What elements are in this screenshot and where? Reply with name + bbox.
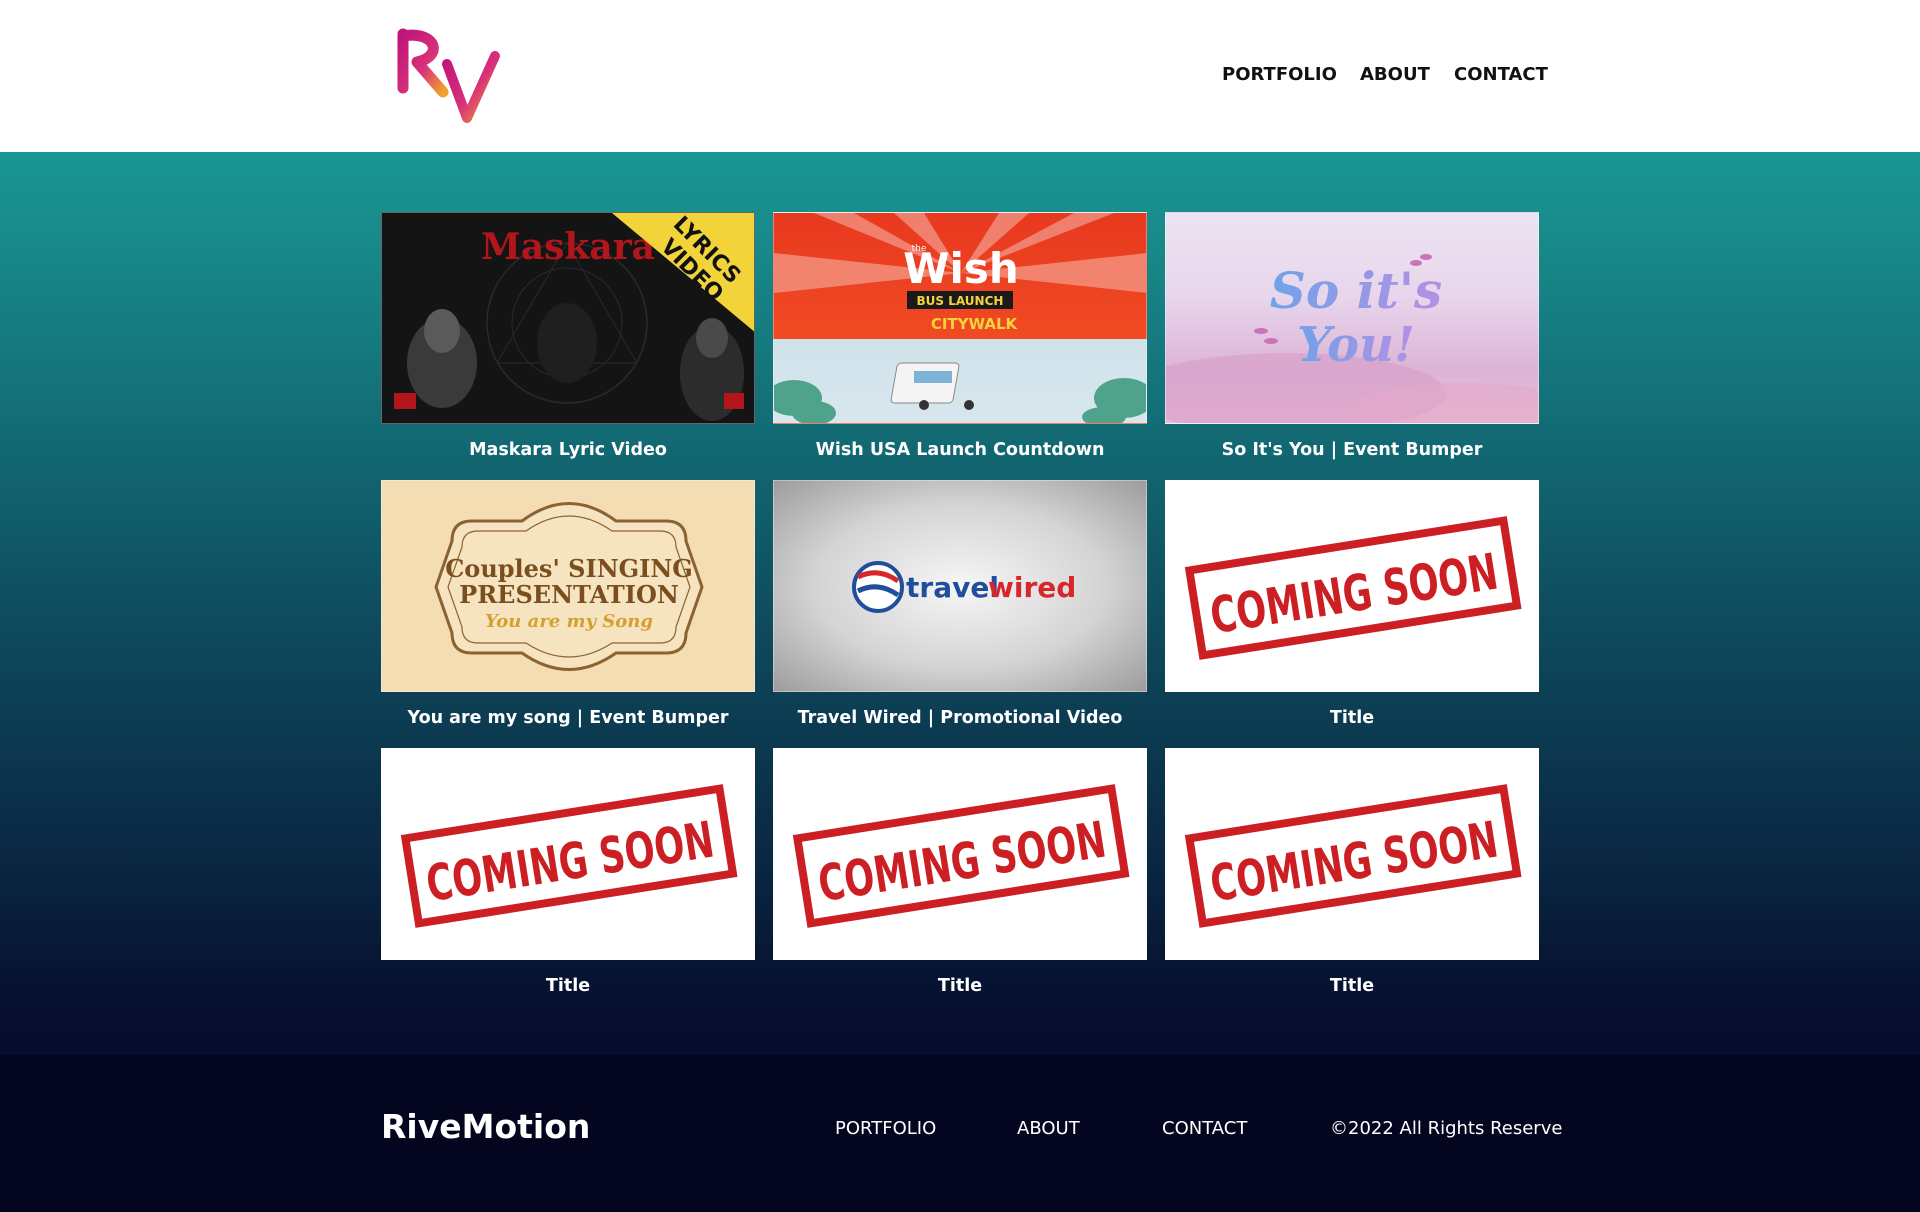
copyright-text: ©2022 All Rights Reserve (1330, 1118, 1563, 1139)
wish-thumbnail[interactable]: Wish the BUS LAUNCH CITYWALK (773, 212, 1147, 424)
portfolio-card[interactable]: COMING SOON Title (1165, 748, 1539, 996)
svg-text:You!: You! (1297, 317, 1415, 373)
card-title[interactable]: Title (773, 976, 1147, 996)
svg-text:Couples' SINGING: Couples' SINGING (445, 554, 693, 583)
card-title[interactable]: Travel Wired | Promotional Video (773, 708, 1147, 728)
portfolio-card[interactable]: Maskara LYRICS VIDEO Maskara Lyric Video (381, 212, 755, 460)
card-title[interactable]: Wish USA Launch Countdown (773, 440, 1147, 460)
portfolio-card[interactable]: COMING SOON Title (381, 748, 755, 996)
site-logo[interactable] (395, 26, 510, 126)
card-title[interactable]: Title (1165, 708, 1539, 728)
card-title[interactable]: Title (381, 976, 755, 996)
portfolio-card[interactable]: COMING SOON Title (773, 748, 1147, 996)
site-footer: RiveMotion PORTFOLIO ABOUT CONTACT ©2022… (0, 1055, 1920, 1212)
portfolio-card[interactable]: travel wired Travel Wired | Promotional … (773, 480, 1147, 728)
svg-text:You are my Song: You are my Song (485, 611, 653, 632)
coming-soon-thumbnail[interactable]: COMING SOON (773, 748, 1147, 960)
coming-soon-thumbnail[interactable]: COMING SOON (1165, 480, 1539, 692)
site-header: PORTFOLIO ABOUT CONTACT (0, 0, 1920, 152)
svg-text:CITYWALK: CITYWALK (931, 315, 1019, 333)
footer-nav-contact[interactable]: CONTACT (1162, 1118, 1247, 1139)
svg-text:the: the (912, 244, 927, 254)
coming-soon-thumbnail[interactable]: COMING SOON (381, 748, 755, 960)
svg-text:PRESENTATION: PRESENTATION (459, 580, 679, 609)
soitsyou-thumbnail[interactable]: So it's You! (1165, 212, 1539, 424)
couples-thumbnail[interactable]: Couples' SINGING PRESENTATION You are my… (381, 480, 755, 692)
rv-logo-icon (397, 28, 500, 123)
coming-soon-thumbnail[interactable]: COMING SOON (1165, 748, 1539, 960)
card-title[interactable]: Maskara Lyric Video (381, 440, 755, 460)
card-title[interactable]: Title (1165, 976, 1539, 996)
svg-text:So it's: So it's (1270, 261, 1442, 320)
portfolio-card[interactable]: COMING SOON Title (1165, 480, 1539, 728)
portfolio-card[interactable]: Wish the BUS LAUNCH CITYWALK Wish USA La… (773, 212, 1147, 460)
travelwired-thumbnail[interactable]: travel wired (773, 480, 1147, 692)
footer-nav-about[interactable]: ABOUT (1017, 1118, 1080, 1139)
nav-about[interactable]: ABOUT (1360, 64, 1430, 85)
portfolio-card[interactable]: Couples' SINGING PRESENTATION You are my… (381, 480, 755, 728)
portfolio-section: Maskara LYRICS VIDEO Maskara Lyric Video (0, 152, 1920, 1212)
card-title[interactable]: So It's You | Event Bumper (1165, 440, 1539, 460)
card-title[interactable]: You are my song | Event Bumper (381, 708, 755, 728)
maskara-thumbnail[interactable]: Maskara LYRICS VIDEO (381, 212, 755, 424)
svg-text:travel: travel (906, 571, 999, 604)
footer-nav-portfolio[interactable]: PORTFOLIO (835, 1118, 936, 1139)
nav-portfolio[interactable]: PORTFOLIO (1222, 64, 1337, 85)
nav-contact[interactable]: CONTACT (1454, 64, 1548, 85)
maskara-wordmark: Maskara (481, 226, 655, 268)
portfolio-card[interactable]: So it's You! So It's You | Event Bumper (1165, 212, 1539, 460)
footer-brand[interactable]: RiveMotion (381, 1107, 590, 1146)
svg-text:wired: wired (988, 571, 1076, 604)
svg-text:BUS LAUNCH: BUS LAUNCH (917, 294, 1004, 308)
